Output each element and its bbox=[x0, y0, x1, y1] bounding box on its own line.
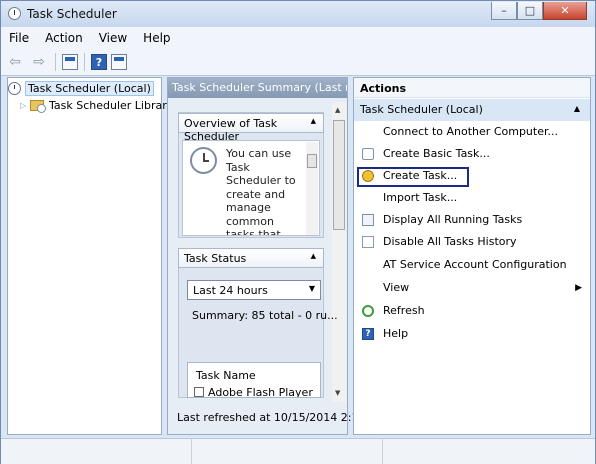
title-bar: Task Scheduler – □ ✕ bbox=[1, 1, 595, 27]
summary-header: Task Scheduler Summary (Last refres bbox=[168, 78, 347, 98]
minimize-button[interactable]: – bbox=[491, 2, 517, 20]
scroll-thumb[interactable] bbox=[333, 120, 345, 230]
overview-text: You can use Task Scheduler to create and… bbox=[226, 147, 296, 236]
dropdown-value: Last 24 hours bbox=[193, 284, 268, 297]
help-icon[interactable]: ? bbox=[91, 54, 107, 70]
forward-icon[interactable]: ⇨ bbox=[29, 53, 49, 71]
toolbar-separator bbox=[55, 53, 56, 71]
action-label: Disable All Tasks History bbox=[383, 235, 517, 248]
chevron-down-icon[interactable]: ▼ bbox=[309, 284, 315, 293]
back-icon[interactable]: ⇦ bbox=[5, 53, 25, 71]
action-display-running[interactable]: Display All Running Tasks bbox=[354, 210, 590, 230]
clock-icon bbox=[190, 147, 217, 174]
tree-item-label: Task Scheduler Library bbox=[49, 99, 174, 112]
show-action-pane-icon[interactable] bbox=[111, 54, 127, 70]
tree-item-label: Task Scheduler (Local) bbox=[25, 81, 154, 96]
task-status-title: Task Status bbox=[184, 252, 247, 265]
menu-help[interactable]: Help bbox=[135, 31, 178, 45]
action-label: Help bbox=[383, 327, 409, 340]
close-button[interactable]: ✕ bbox=[543, 2, 587, 20]
create-basic-task-icon bbox=[362, 148, 374, 160]
action-view[interactable]: View ▶ bbox=[354, 278, 590, 298]
task-status-header[interactable]: Task Status ▲ bbox=[178, 248, 324, 268]
window-title: Task Scheduler bbox=[27, 7, 117, 21]
collapse-icon[interactable]: ▲ bbox=[574, 104, 580, 113]
menu-file[interactable]: File bbox=[1, 31, 37, 45]
action-label: Refresh bbox=[383, 304, 425, 317]
action-label: Display All Running Tasks bbox=[383, 213, 523, 226]
expand-plus-icon[interactable] bbox=[194, 387, 204, 397]
history-icon bbox=[362, 236, 374, 248]
create-task-highlight bbox=[357, 167, 469, 187]
table-row[interactable]: Adobe Flash Player bbox=[194, 386, 313, 398]
menu-view[interactable]: View bbox=[91, 31, 135, 45]
action-at-service[interactable]: AT Service Account Configuration bbox=[354, 255, 590, 275]
navigation-tree: Task Scheduler (Local) ▷ Task Scheduler … bbox=[7, 77, 173, 435]
action-label: Create Basic Task... bbox=[383, 147, 490, 160]
actions-group-label: Task Scheduler (Local) bbox=[360, 103, 483, 116]
scroll-up-icon[interactable]: ▲ bbox=[335, 106, 340, 114]
folder-icon bbox=[30, 100, 46, 113]
action-refresh[interactable]: Refresh bbox=[354, 301, 590, 321]
status-cell bbox=[383, 439, 595, 464]
caption-buttons: – □ ✕ bbox=[491, 2, 587, 20]
overview-header[interactable]: Overview of Task Scheduler ▲ bbox=[178, 113, 324, 143]
scroll-down-icon[interactable]: ▼ bbox=[335, 389, 340, 397]
action-label: View bbox=[383, 281, 410, 294]
summary-text: Summary: 85 total - 0 ru... bbox=[192, 309, 338, 322]
scroll-thumb[interactable] bbox=[307, 154, 317, 168]
tree-item-local[interactable]: Task Scheduler (Local) bbox=[8, 80, 154, 97]
time-range-dropdown[interactable]: Last 24 hours ▼ bbox=[187, 280, 321, 300]
status-bar bbox=[1, 438, 595, 464]
status-cell bbox=[192, 439, 383, 464]
help-icon: ? bbox=[362, 328, 374, 340]
tree-item-library[interactable]: ▷ Task Scheduler Library bbox=[20, 97, 173, 114]
task-scheduler-window: Task Scheduler – □ ✕ File Action View He… bbox=[0, 0, 596, 464]
action-create-basic-task[interactable]: Create Basic Task... bbox=[354, 144, 590, 164]
action-import-task[interactable]: Import Task... bbox=[354, 188, 590, 208]
task-table: Task Name Adobe Flash Player bbox=[187, 362, 321, 398]
summary-scrollbar[interactable]: ▲ ▼ bbox=[332, 102, 346, 402]
menu-action[interactable]: Action bbox=[37, 31, 91, 45]
toolbar-separator bbox=[84, 53, 85, 71]
actions-title: Actions bbox=[354, 78, 590, 98]
status-cell bbox=[1, 439, 192, 464]
clock-icon bbox=[8, 7, 21, 20]
maximize-button[interactable]: □ bbox=[517, 2, 543, 20]
running-tasks-icon bbox=[362, 214, 374, 226]
task-row-label: Adobe Flash Player bbox=[208, 386, 313, 398]
submenu-arrow-icon: ▶ bbox=[575, 283, 582, 293]
action-disable-history[interactable]: Disable All Tasks History bbox=[354, 232, 590, 252]
toolbar: ⇦ ⇨ ? bbox=[1, 49, 595, 76]
collapse-icon[interactable]: ▲ bbox=[311, 252, 316, 260]
collapse-icon[interactable]: ▲ bbox=[311, 117, 316, 125]
task-name-column[interactable]: Task Name bbox=[196, 369, 256, 382]
clock-icon bbox=[8, 82, 21, 95]
menu-bar: File Action View Help bbox=[1, 27, 595, 50]
actions-pane: Actions Task Scheduler (Local) ▲ Connect… bbox=[353, 77, 591, 435]
overview-scrollbar[interactable] bbox=[306, 142, 318, 235]
show-hide-console-icon[interactable] bbox=[62, 54, 78, 70]
overview-body: You can use Task Scheduler to create and… bbox=[182, 140, 320, 236]
actions-group-header[interactable]: Task Scheduler (Local) ▲ bbox=[354, 99, 590, 121]
action-help[interactable]: ? Help bbox=[354, 324, 590, 344]
action-connect[interactable]: Connect to Another Computer... bbox=[354, 122, 590, 142]
refresh-icon bbox=[362, 305, 374, 317]
expand-arrow-icon[interactable]: ▷ bbox=[20, 101, 30, 110]
